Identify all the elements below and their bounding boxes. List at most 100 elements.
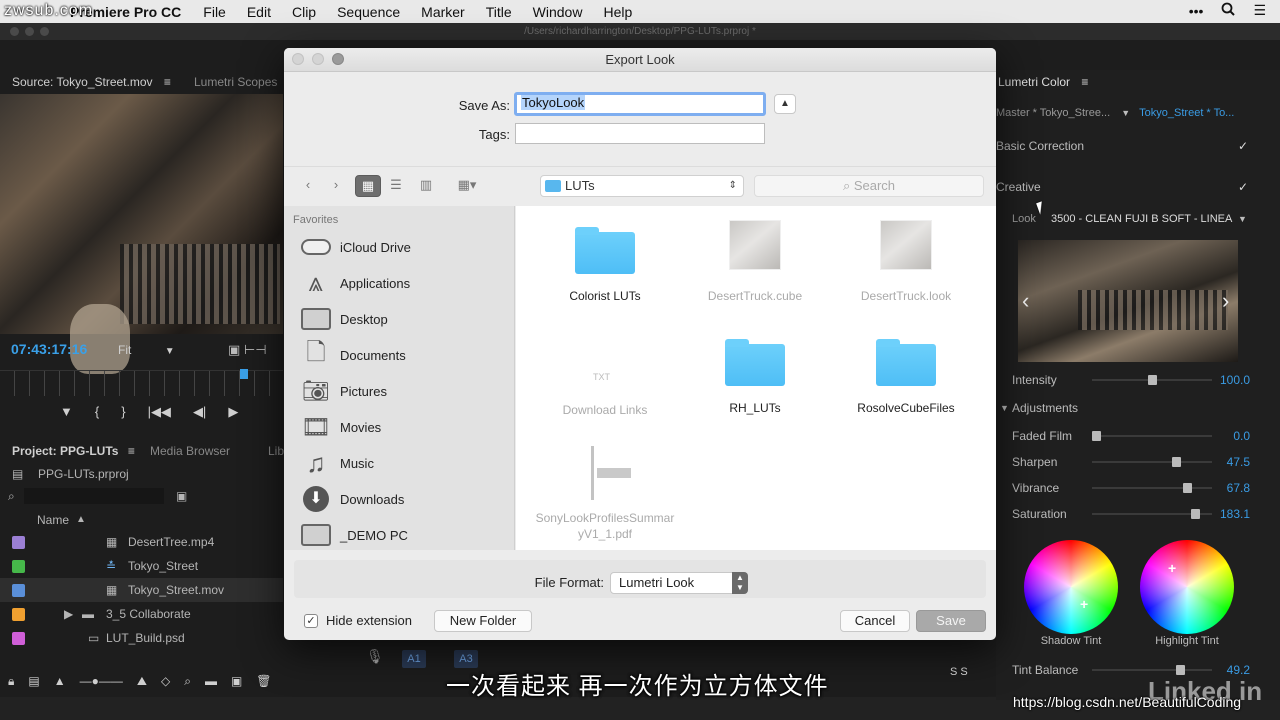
intensity-slider[interactable]: Intensity 100.0 — [996, 370, 1280, 390]
menu-edit[interactable]: Edit — [247, 4, 271, 20]
sidebar-item-icloud-drive[interactable]: iCloud Drive — [300, 232, 515, 262]
previous-look-icon[interactable]: ‹ — [1022, 288, 1029, 314]
intensity-knob[interactable] — [1148, 375, 1157, 385]
find-icon[interactable]: ⌕ — [184, 674, 191, 689]
mark-in-icon[interactable]: { — [95, 404, 99, 420]
sidebar-item-applications[interactable]: ⩓ Applications — [300, 267, 515, 298]
source-tab[interactable]: Source: Tokyo_Street.mov ≡ — [12, 71, 171, 93]
file-item-folder[interactable]: RosolveCubeFiles — [831, 336, 981, 416]
hide-extension-label[interactable]: Hide extension — [326, 613, 412, 628]
step-back-icon[interactable]: ◀| — [193, 404, 206, 420]
dialog-zoom-button[interactable] — [332, 53, 344, 65]
trash-icon[interactable]: 🗑︎ — [256, 674, 271, 688]
next-look-icon[interactable]: › — [1222, 288, 1229, 314]
column-view-button[interactable]: ▥ — [412, 175, 440, 197]
sidebar-item-demo-pc[interactable]: _DEMO PC — [300, 520, 515, 550]
list-icon[interactable]: ☰ — [1253, 2, 1266, 19]
lock-icon[interactable]: 🔒︎ — [8, 674, 14, 689]
cancel-button[interactable]: Cancel — [840, 610, 910, 632]
shadow-tint-wheel[interactable]: + — [1024, 540, 1118, 634]
disclosure-triangle-icon[interactable]: ▶ — [64, 602, 73, 626]
new-item-icon[interactable]: ▣ — [231, 674, 242, 688]
go-to-in-icon[interactable]: |◀◀ — [148, 404, 171, 420]
file-item-folder[interactable]: RH_LUTs — [680, 336, 830, 416]
slider-knob[interactable] — [1172, 457, 1181, 467]
lumetri-clip-selector[interactable]: Master * Tokyo_Stree... ▼ Tokyo_Street *… — [996, 103, 1280, 123]
file-item-folder[interactable]: Colorist LUTs — [530, 224, 680, 304]
checkmark-icon[interactable]: ✓ — [1238, 136, 1248, 156]
label-color-swatch[interactable] — [12, 632, 25, 645]
expand-dialog-button[interactable]: ▲ — [774, 94, 796, 114]
slider-knob[interactable] — [1092, 431, 1101, 441]
icon-view-icon[interactable]: ▲ — [54, 674, 66, 688]
label-color-swatch[interactable] — [12, 560, 25, 573]
search-field[interactable]: ⌕ Search — [754, 175, 984, 197]
faded-film-slider[interactable]: Faded Film 0.0 — [996, 426, 1280, 446]
project-item-selected[interactable]: ▦ Tokyo_Street.mov — [0, 578, 283, 602]
basic-correction-section[interactable]: Basic Correction ✓ — [996, 136, 1280, 156]
hide-extension-checkbox[interactable]: ✓ — [304, 614, 318, 628]
media-browser-tab[interactable]: Media Browser — [150, 440, 230, 462]
file-format-dropdown[interactable]: Lumetri Look ▲ ▼ — [610, 572, 748, 594]
mic-icon[interactable]: 🎙︎ — [366, 648, 384, 665]
zoom-slider-icon[interactable]: —●—— — [80, 674, 123, 688]
close-dot[interactable] — [10, 27, 19, 36]
file-item-cube[interactable]: DesertTruck.cube — [680, 220, 830, 304]
label-color-swatch[interactable] — [12, 584, 25, 597]
lumetri-title[interactable]: Lumetri Color ≡ — [998, 72, 1280, 92]
sidebar-item-music[interactable]: ♫ Music — [300, 448, 515, 478]
zoom-dot[interactable] — [40, 27, 49, 36]
track-a1[interactable]: A1 — [402, 650, 426, 668]
solo-icon[interactable]: S S — [950, 666, 968, 678]
project-tab[interactable]: Project: PPG-LUTs ≡ — [12, 440, 135, 462]
forward-button[interactable]: › — [324, 175, 348, 197]
sidebar-item-movies[interactable]: 🎞︎ Movies — [300, 412, 515, 442]
menu-help[interactable]: Help — [603, 4, 632, 20]
dialog-minimize-button[interactable] — [312, 53, 324, 65]
file-item-look[interactable]: DesertTruck.look — [831, 220, 981, 304]
project-column-header[interactable]: Name ▲ — [0, 508, 283, 532]
menu-file[interactable]: File — [203, 4, 226, 20]
slider-knob[interactable] — [1183, 483, 1192, 493]
sidebar-item-downloads[interactable]: ⬇ Downloads — [300, 484, 515, 514]
sidebar-item-desktop[interactable]: Desktop — [300, 304, 515, 334]
slider-knob[interactable] — [1191, 509, 1200, 519]
back-button[interactable]: ‹ — [296, 175, 320, 197]
file-item-pdf[interactable]: SonyLookProfilesSummaryV1_1.pdf — [530, 446, 680, 542]
automate-icon[interactable]: ◇ — [161, 674, 170, 688]
group-view-button[interactable]: ▦▾ — [450, 175, 484, 197]
tags-input[interactable] — [515, 123, 765, 144]
label-color-swatch[interactable] — [12, 608, 25, 621]
vibrance-slider[interactable]: Vibrance 67.8 — [996, 478, 1280, 498]
menu-clip[interactable]: Clip — [292, 4, 316, 20]
location-dropdown[interactable]: LUTs ⇕ — [540, 175, 744, 197]
list-view-icon[interactable]: ▤ — [28, 674, 39, 688]
file-item-txt[interactable]: TXT Download Links — [530, 336, 680, 418]
source-monitor[interactable] — [0, 94, 283, 374]
creative-section[interactable]: Creative ✓ — [996, 177, 1280, 197]
mark-out-icon[interactable]: } — [121, 404, 125, 420]
save-button[interactable]: Save — [916, 610, 986, 632]
more-icon[interactable]: ••• — [1189, 3, 1204, 19]
libraries-tab[interactable]: Lib — [268, 440, 284, 462]
lumetri-scopes-tab[interactable]: Lumetri Scopes — [194, 71, 277, 93]
list-view-button[interactable]: ☰ — [382, 175, 410, 197]
menu-window[interactable]: Window — [533, 4, 583, 20]
sidebar-item-pictures[interactable]: 📷︎ Pictures — [300, 376, 515, 406]
menu-sequence[interactable]: Sequence — [337, 4, 400, 20]
search-icon[interactable] — [1221, 2, 1236, 19]
settings-icon[interactable]: ▣ ⊢⊣ — [228, 342, 267, 358]
source-timecode[interactable]: 07:43:17:16 — [11, 341, 87, 357]
fit-dropdown[interactable]: Fit ▼ — [118, 343, 175, 357]
highlight-tint-wheel[interactable]: + — [1140, 540, 1234, 634]
sharpen-slider[interactable]: Sharpen 47.5 — [996, 452, 1280, 472]
source-time-ruler[interactable] — [0, 369, 283, 396]
dialog-close-button[interactable] — [292, 53, 304, 65]
project-item[interactable]: ▦ DesertTree.mp4 — [0, 530, 283, 554]
project-search-input[interactable] — [24, 488, 164, 504]
sort-icon[interactable]: ⛰ — [137, 674, 147, 689]
menu-title[interactable]: Title — [486, 4, 512, 20]
project-item[interactable]: ▭ LUT_Build.psd — [0, 626, 283, 650]
new-bin-icon[interactable]: ▬ — [205, 674, 217, 688]
new-bin-icon[interactable]: ▣ — [176, 484, 187, 508]
